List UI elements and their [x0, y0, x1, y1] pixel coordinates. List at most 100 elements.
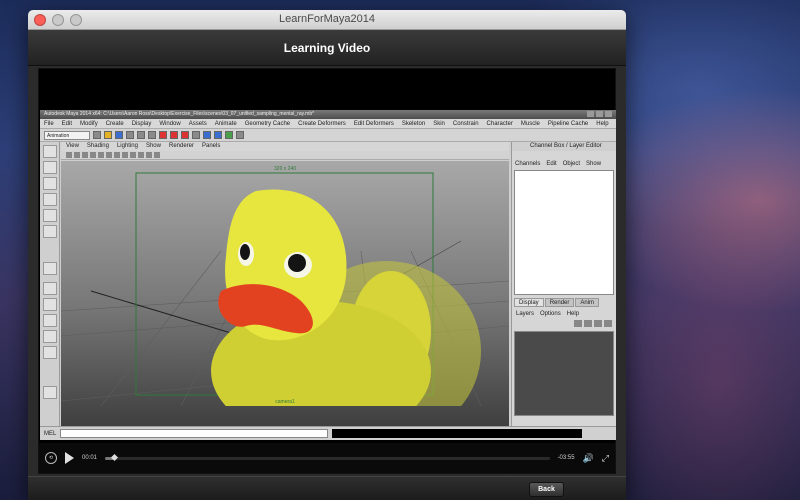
- maya-command-line: MEL: [40, 426, 616, 440]
- wireframe-icon: [98, 152, 104, 158]
- mel-input: [60, 429, 329, 438]
- panel-menu-item: View: [66, 143, 79, 149]
- layer-editor-tabs: Display Render Anim: [514, 298, 600, 307]
- elapsed-time: 00:01: [82, 455, 98, 461]
- page-title: Learning Video: [283, 40, 371, 55]
- maya-title: Autodesk Maya 2014 x64: C:\Users\Aaron R…: [44, 111, 315, 117]
- ipr-render-icon: [214, 131, 222, 139]
- maya-menu-item: Skin: [433, 121, 445, 127]
- texture-icon: [114, 152, 120, 158]
- smooth-shade-icon: [106, 152, 112, 158]
- new-scene-icon: [93, 131, 101, 139]
- render-icon: [203, 131, 211, 139]
- channel-box-menu-item: Object: [562, 161, 581, 167]
- channel-box-menu-item: Channels: [515, 161, 541, 167]
- x-axis-line: [90, 290, 242, 337]
- channel-box-menu-item: Edit: [546, 161, 557, 167]
- maya-minimize-icon: [587, 111, 594, 117]
- resolution-gate-icon: [154, 152, 160, 158]
- panel-menu-item: Renderer: [168, 143, 194, 149]
- channel-box-menu-item: Show: [586, 161, 602, 167]
- maya-menu-item: Window: [159, 121, 181, 127]
- window-title: LearnForMaya2014: [278, 13, 375, 25]
- viewport-scene: 320 x 240 camera1: [61, 166, 509, 426]
- maya-logo-icon: [43, 386, 57, 399]
- scrubber-bar[interactable]: [105, 453, 550, 461]
- resolution-label: 320 x 240: [274, 166, 296, 172]
- volume-icon[interactable]: 🔊: [583, 453, 594, 464]
- maya-menu-item: Create: [105, 121, 124, 127]
- remaining-time: -03:55: [557, 455, 575, 461]
- viewport-panel: View Shading Lighting Show Renderer Pane…: [61, 142, 509, 426]
- panel-toolbar: [61, 151, 509, 160]
- paint-select-tool-icon: [43, 177, 57, 190]
- new-layer-selected-icon: [604, 320, 612, 327]
- channel-box-title: Channel Box / Layer Editor: [512, 142, 616, 151]
- maya-menu-item: File: [44, 121, 54, 127]
- select-tool-icon: [43, 145, 57, 158]
- panel-menu-bar: View Shading Lighting Show Renderer Pane…: [61, 142, 509, 151]
- outliner-layout-icon: [43, 346, 57, 359]
- maya-menu-item: Muscle: [520, 121, 540, 127]
- duck-eye-pupil: [288, 254, 306, 272]
- app-window: LearnForMaya2014 Learning Video Autodesk…: [28, 10, 626, 500]
- channel-box-panel: Channel Box / Layer Editor Channels Edit…: [511, 142, 616, 426]
- tab-render: Render: [544, 298, 575, 307]
- mel-output: [332, 429, 583, 438]
- last-tool-icon: [43, 262, 57, 275]
- select-component-icon: [148, 131, 156, 139]
- layer-editor-menu: Layers Options Help: [516, 310, 579, 319]
- layer-list: [514, 331, 614, 416]
- maya-menu-item: Modify: [80, 121, 98, 127]
- back-button[interactable]: Back: [529, 482, 564, 497]
- maya-menu-item: Skeleton: [401, 121, 426, 127]
- maya-menu-item: Constrain: [452, 121, 479, 127]
- maya-title-bar: Autodesk Maya 2014 x64: C:\Users\Aaron R…: [40, 110, 616, 119]
- maya-menu-item: Edit: [61, 121, 73, 127]
- mel-label: MEL: [44, 430, 57, 437]
- layer-editor-tools: [574, 320, 612, 327]
- maya-menu-item: Edit Deformers: [353, 121, 394, 127]
- play-button[interactable]: [65, 452, 74, 464]
- maya-menu-item: Help: [596, 121, 609, 127]
- fullscreen-icon[interactable]: ⤢: [602, 453, 609, 464]
- maya-toolbox: [40, 142, 60, 426]
- panel-menu-item: Show: [145, 143, 161, 149]
- snap-point-icon: [181, 131, 189, 139]
- maya-status-line: Animation: [40, 129, 616, 142]
- side-by-side-layout-icon: [43, 314, 57, 327]
- maya-workspace: View Shading Lighting Show Renderer Pane…: [40, 142, 616, 426]
- four-view-layout-icon: [43, 298, 57, 311]
- new-layer-icon: [594, 320, 602, 327]
- xray-icon: [146, 152, 152, 158]
- snap-grid-icon: [159, 131, 167, 139]
- panel-menu-item: Panels: [202, 143, 221, 149]
- single-view-layout-icon: [43, 282, 57, 295]
- tab-display: Display: [514, 298, 544, 307]
- maya-menu-item: Pipeline Cache: [547, 121, 589, 127]
- rotate-tool-icon: [43, 209, 57, 222]
- video-player[interactable]: Autodesk Maya 2014 x64: C:\Users\Aaron R…: [38, 68, 616, 474]
- select-hierarchy-icon: [126, 131, 134, 139]
- title-bar: LearnForMaya2014: [28, 10, 626, 30]
- maya-menu-item: Create Deformers: [298, 121, 346, 127]
- bottom-toolbar: Back: [28, 476, 626, 500]
- persp-graph-layout-icon: [43, 330, 57, 343]
- panel-menu-item: Lighting: [116, 143, 138, 149]
- maya-menu-item: Character: [486, 121, 513, 127]
- maya-menu-bar: File Edit Modify Create Display Window A…: [40, 119, 616, 129]
- maya-close-icon: [605, 111, 612, 117]
- duck-eye-left-pupil: [240, 244, 250, 260]
- hypershade-icon: [236, 131, 244, 139]
- maya-menu-item: Display: [131, 121, 152, 127]
- scale-tool-icon: [43, 225, 57, 238]
- replay-30-button[interactable]: ⟲: [45, 452, 57, 464]
- page-header: Learning Video: [28, 30, 626, 66]
- maya-menu-item: Animate: [214, 121, 237, 127]
- layer-menu-item: Options: [540, 311, 561, 317]
- select-object-icon: [137, 131, 145, 139]
- shadows-icon: [130, 152, 136, 158]
- playback-controls: ⟲ 00:01 -03:55 🔊 ⤢: [39, 443, 615, 473]
- move-layer-down-icon: [584, 320, 592, 327]
- image-plane-icon: [82, 152, 88, 158]
